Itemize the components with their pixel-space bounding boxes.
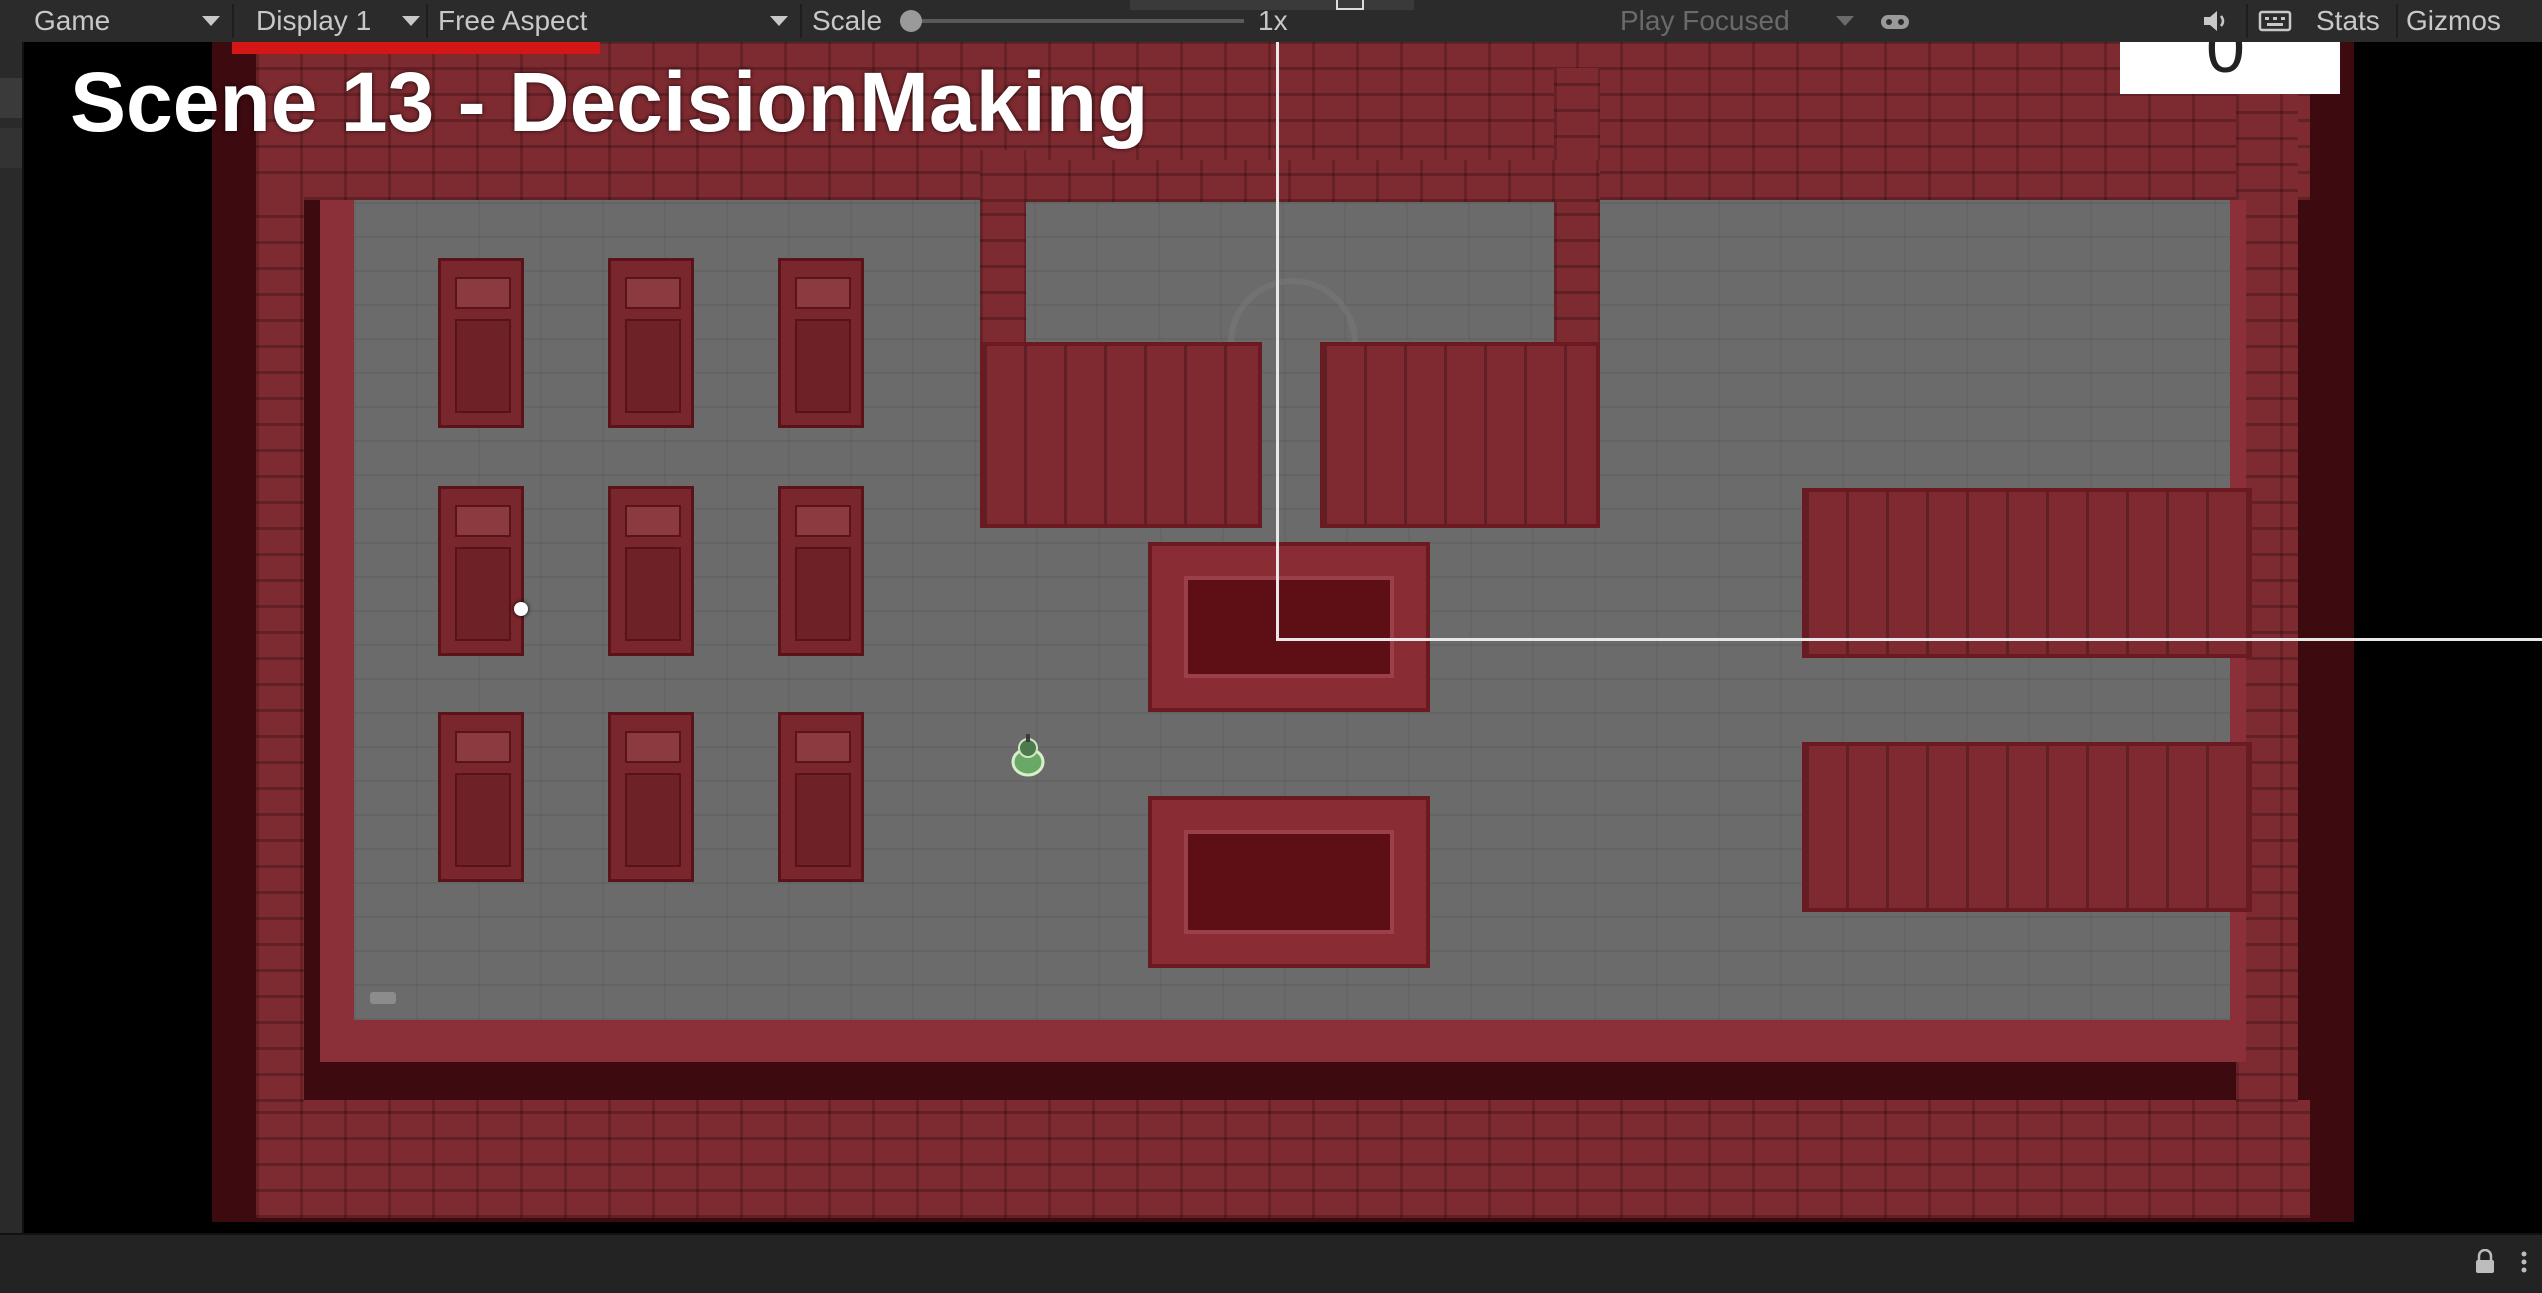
status-bar xyxy=(0,1233,2542,1293)
tomb xyxy=(608,712,694,882)
game-view-toolbar: Game Display 1 Free Aspect Scale 1x Play… xyxy=(0,0,2542,44)
toolbar-divider xyxy=(426,4,428,38)
tomb xyxy=(438,712,524,882)
tomb xyxy=(778,258,864,428)
chevron-down-icon xyxy=(202,16,220,26)
west-wall xyxy=(256,192,304,1102)
gizmos-button[interactable]: Gizmos xyxy=(2406,0,2501,42)
panel-tab xyxy=(0,128,22,168)
panel-tab xyxy=(0,78,22,118)
tomb xyxy=(778,712,864,882)
lock-icon[interactable] xyxy=(2474,1248,2496,1275)
keyboard-icon[interactable] xyxy=(2258,9,2292,33)
tomb xyxy=(778,486,864,656)
chevron-down-icon xyxy=(402,16,420,26)
toolbar-divider xyxy=(232,4,234,38)
play-mode-dropdown-label: Play Focused xyxy=(1620,5,1790,36)
chevron-down-icon xyxy=(1836,16,1854,26)
aspect-dropdown-label: Free Aspect xyxy=(438,5,588,36)
pit-opening xyxy=(1184,830,1394,934)
toolbar-divider xyxy=(800,4,802,38)
toolbar-divider xyxy=(2246,4,2248,38)
health-bar xyxy=(232,42,600,54)
scale-label: Scale xyxy=(812,5,883,36)
left-panel-edge xyxy=(0,42,24,1233)
toolbar-divider xyxy=(2396,4,2398,38)
player-character xyxy=(1008,734,1048,778)
scale-value: 1x xyxy=(1258,5,1288,36)
south-wall xyxy=(256,1100,2310,1218)
alcove-right-railing xyxy=(1320,342,1600,528)
east-railing-upper xyxy=(1802,488,2252,658)
scale-slider-handle[interactable] xyxy=(900,10,922,32)
tomb xyxy=(438,486,524,656)
audio-icon[interactable] xyxy=(2200,8,2234,34)
display-dropdown-label: Display 1 xyxy=(256,5,372,36)
alcove-top-wall xyxy=(980,160,1600,202)
debug-line-vertical xyxy=(1276,42,1279,640)
score-panel: 0 xyxy=(2120,42,2340,94)
scene-title: Scene 13 - DecisionMaking xyxy=(70,55,1149,149)
display-dropdown[interactable]: Display 1 xyxy=(256,0,371,42)
scale-slider-track[interactable] xyxy=(920,19,1244,23)
debug-line-horizontal xyxy=(1276,638,2542,641)
pit-lower xyxy=(1148,796,1430,968)
score-value: 0 xyxy=(2206,42,2245,87)
pit-opening xyxy=(1184,576,1394,678)
gamepad-icon[interactable] xyxy=(1878,8,1912,34)
tomb xyxy=(438,258,524,428)
view-dropdown-label: Game xyxy=(34,5,111,36)
pit-upper xyxy=(1148,542,1430,712)
alcove-left-railing xyxy=(980,342,1262,528)
tomb xyxy=(608,486,694,656)
tomb xyxy=(608,258,694,428)
game-view[interactable] xyxy=(24,42,2542,1233)
aspect-dropdown[interactable]: Free Aspect xyxy=(438,0,587,42)
floor-grate xyxy=(370,992,396,1004)
stats-button[interactable]: Stats xyxy=(2316,0,2380,42)
play-mode-dropdown[interactable]: Play Focused xyxy=(1620,0,1790,42)
waypoint-marker xyxy=(514,602,528,616)
east-railing-lower xyxy=(1802,742,2252,912)
window-icon xyxy=(1336,0,1364,10)
view-dropdown[interactable]: Game xyxy=(34,0,110,42)
chevron-down-icon xyxy=(770,16,788,26)
kebab-menu-icon[interactable] xyxy=(2520,1249,2528,1275)
